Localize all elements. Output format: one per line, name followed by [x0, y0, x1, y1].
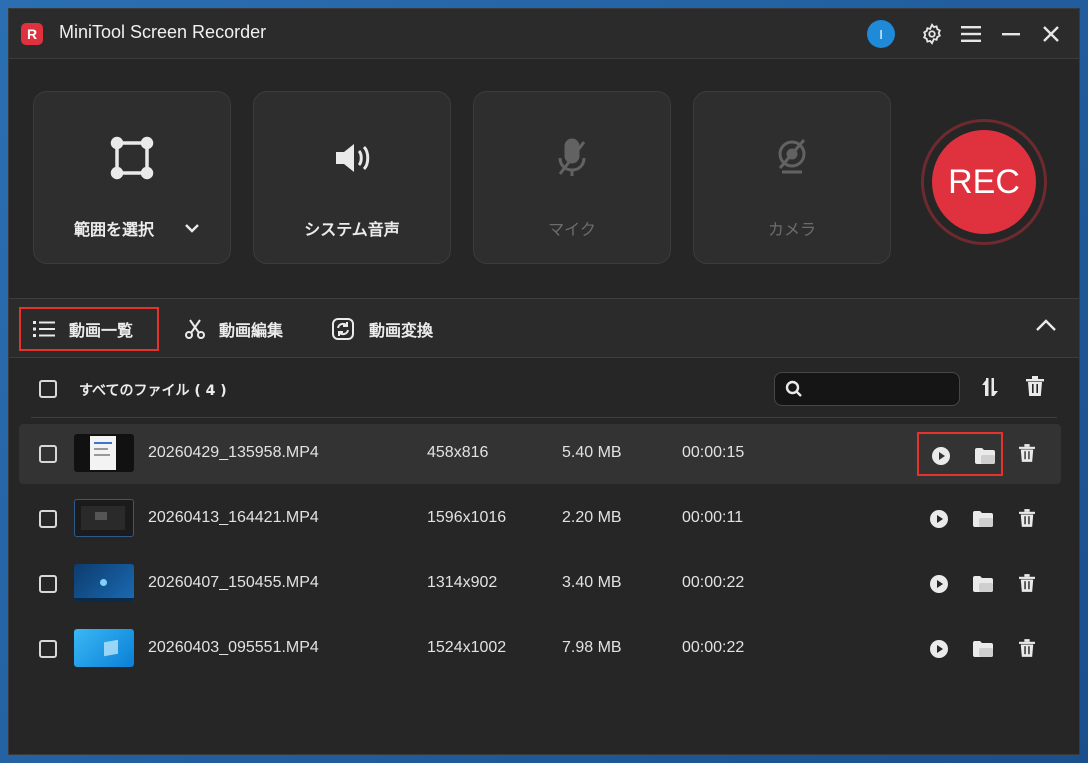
row-actions	[917, 562, 1003, 606]
microphone-button[interactable]: マイク	[473, 91, 671, 264]
file-resolution: 1524x1002	[427, 639, 507, 656]
file-row[interactable]: 20260429_135958.MP4 458x816 5.40 MB 00:0…	[19, 424, 1061, 484]
tab-video-edit[interactable]: 動画編集	[185, 307, 283, 351]
file-name: 20260407_150455.MP4	[148, 574, 319, 591]
search-icon	[785, 380, 803, 402]
system-audio-button[interactable]: システム音声	[253, 91, 451, 264]
play-icon[interactable]	[931, 446, 951, 466]
delete-all-trash-icon[interactable]	[1026, 376, 1044, 400]
video-thumbnail	[74, 564, 134, 602]
select-area-button[interactable]: 範囲を選択	[33, 91, 231, 264]
camera-off-icon	[694, 134, 890, 184]
system-audio-label: システム音声	[304, 220, 400, 239]
app-window: R MiniTool Screen Recorder I 範囲を選択 システム音…	[8, 8, 1080, 755]
file-size: 5.40 MB	[562, 444, 622, 461]
file-row[interactable]: 20260403_095551.MP4 1524x1002 7.98 MB 00…	[19, 619, 1061, 679]
close-icon[interactable]	[1038, 21, 1064, 47]
title-bar: R MiniTool Screen Recorder I	[9, 9, 1079, 59]
camera-button[interactable]: カメラ	[693, 91, 891, 264]
file-resolution: 1596x1016	[427, 509, 507, 526]
row-checkbox[interactable]	[39, 640, 57, 658]
delete-trash-icon[interactable]	[1019, 639, 1035, 661]
microphone-label: マイク	[548, 220, 596, 239]
tab-video-list[interactable]: 動画一覧	[19, 307, 159, 351]
search-input[interactable]	[811, 377, 955, 403]
row-actions	[917, 627, 1003, 671]
file-resolution: 458x816	[427, 444, 489, 461]
delete-trash-icon[interactable]	[1019, 509, 1035, 531]
file-name: 20260413_164421.MP4	[148, 509, 319, 526]
file-resolution: 1314x902	[427, 574, 498, 591]
delete-trash-icon[interactable]	[1019, 574, 1035, 596]
mic-off-icon	[474, 134, 670, 184]
convert-icon	[331, 317, 355, 341]
tab-bar: 動画一覧 動画編集 動画変換	[9, 298, 1079, 358]
file-duration: 00:00:11	[682, 509, 744, 526]
settings-gear-icon[interactable]	[919, 21, 945, 47]
video-thumbnail	[74, 629, 134, 667]
minimize-icon[interactable]	[998, 21, 1024, 47]
recording-options: 範囲を選択 システム音声 マイク カメラ REC	[9, 59, 1079, 299]
user-avatar[interactable]: I	[867, 20, 895, 48]
record-label: REC	[932, 130, 1036, 234]
sort-icon[interactable]	[979, 376, 1001, 402]
folder-icon[interactable]	[973, 574, 993, 594]
play-icon[interactable]	[929, 574, 949, 594]
speaker-icon	[254, 134, 450, 184]
menu-hamburger-icon[interactable]	[958, 21, 984, 47]
tab-video-convert-label: 動画変換	[369, 321, 434, 340]
crop-frame-icon	[34, 134, 230, 184]
delete-trash-icon[interactable]	[1019, 444, 1035, 466]
file-row[interactable]: 20260407_150455.MP4 1314x902 3.40 MB 00:…	[19, 554, 1061, 614]
list-icon	[33, 320, 55, 338]
app-logo: R	[21, 23, 43, 45]
select-all-checkbox[interactable]	[39, 380, 57, 398]
file-row[interactable]: 20260413_164421.MP4 1596x1016 2.20 MB 00…	[19, 489, 1061, 549]
file-duration: 00:00:15	[682, 444, 745, 461]
list-divider	[31, 417, 1057, 418]
chevron-up-icon[interactable]	[1035, 317, 1057, 336]
chevron-down-icon[interactable]	[184, 218, 200, 237]
folder-icon[interactable]	[975, 446, 995, 466]
video-thumbnail	[74, 499, 134, 537]
app-title: MiniTool Screen Recorder	[59, 22, 267, 42]
list-header: すべてのファイル ( 4 )	[9, 358, 1079, 418]
play-icon[interactable]	[929, 509, 949, 529]
file-duration: 00:00:22	[682, 574, 745, 591]
row-checkbox[interactable]	[39, 575, 57, 593]
tab-video-edit-label: 動画編集	[219, 321, 284, 340]
file-size: 3.40 MB	[562, 574, 622, 591]
scissors-icon	[185, 318, 205, 340]
file-name: 20260403_095551.MP4	[148, 639, 319, 656]
record-button[interactable]: REC	[921, 119, 1047, 245]
all-files-label: すべてのファイル ( 4 )	[79, 383, 227, 399]
folder-icon[interactable]	[973, 639, 993, 659]
folder-icon[interactable]	[973, 509, 993, 529]
file-size: 7.98 MB	[562, 639, 622, 656]
file-duration: 00:00:22	[682, 639, 745, 656]
search-box[interactable]	[774, 372, 960, 406]
row-actions-highlighted	[917, 432, 1003, 476]
file-name: 20260429_135958.MP4	[148, 444, 319, 461]
tab-video-list-label: 動画一覧	[69, 321, 134, 340]
camera-label: カメラ	[767, 220, 816, 239]
tab-video-convert[interactable]: 動画変換	[331, 307, 433, 351]
row-actions	[917, 497, 1003, 541]
select-area-label: 範囲を選択	[74, 220, 155, 239]
video-thumbnail	[74, 434, 134, 472]
play-icon[interactable]	[929, 639, 949, 659]
row-checkbox[interactable]	[39, 510, 57, 528]
file-size: 2.20 MB	[562, 509, 622, 526]
row-checkbox[interactable]	[39, 445, 57, 463]
